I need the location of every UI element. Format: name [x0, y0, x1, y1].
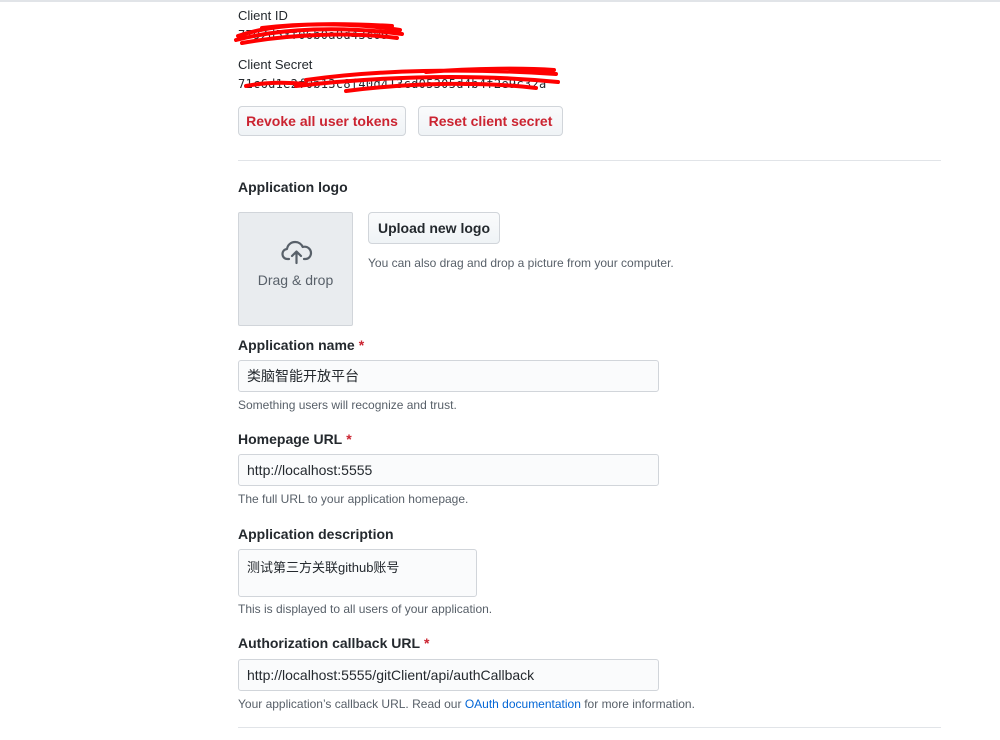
section-divider-top [238, 160, 941, 161]
application-description-label: Application description [238, 526, 394, 542]
logo-dropzone[interactable]: Drag & drop [238, 212, 353, 326]
client-secret-label: Client Secret [238, 57, 313, 72]
homepage-url-label: Homepage URL * [238, 431, 352, 447]
callback-help-prefix: Your application’s callback URL. Read ou… [238, 697, 465, 711]
revoke-all-user-tokens-button[interactable]: Revoke all user tokens [238, 106, 406, 136]
application-description-textarea[interactable]: 测试第三方关联github账号 [238, 549, 477, 597]
authorization-callback-url-label-text: Authorization callback URL [238, 635, 421, 651]
application-name-label: Application name * [238, 337, 364, 353]
application-name-input[interactable] [238, 360, 659, 392]
authorization-callback-url-input[interactable] [238, 659, 659, 691]
homepage-url-help: The full URL to your application homepag… [238, 492, 469, 506]
callback-help-suffix: for more information. [580, 697, 695, 711]
reset-client-secret-button[interactable]: Reset client secret [418, 106, 563, 136]
homepage-url-label-text: Homepage URL [238, 431, 343, 447]
logo-upload-hint: You can also drag and drop a picture fro… [368, 256, 674, 270]
required-marker: * [424, 635, 430, 651]
section-divider-bottom [238, 727, 941, 728]
client-secret-value: 71c6d1e2f0b13c8f40d413cd05305d4b4f2e9c32… [238, 77, 547, 91]
homepage-url-input[interactable] [238, 454, 659, 486]
authorization-callback-url-label: Authorization callback URL * [238, 635, 429, 651]
application-name-help: Something users will recognize and trust… [238, 398, 457, 412]
authorization-callback-url-help: Your application’s callback URL. Read ou… [238, 697, 695, 711]
cloud-upload-icon [281, 239, 313, 270]
required-marker: * [358, 337, 365, 353]
client-id-value: 7792d53f06b0a8d43c09 [238, 28, 389, 42]
dropzone-text: Drag & drop [257, 272, 334, 288]
top-border [0, 0, 1000, 2]
application-name-label-text: Application name [238, 337, 355, 353]
application-description-help: This is displayed to all users of your a… [238, 602, 493, 616]
application-logo-heading: Application logo [238, 179, 348, 195]
upload-new-logo-button[interactable]: Upload new logo [368, 212, 500, 244]
oauth-documentation-link[interactable]: OAuth documentation [465, 697, 581, 711]
client-id-label: Client ID [238, 8, 288, 23]
required-marker: * [346, 431, 352, 447]
